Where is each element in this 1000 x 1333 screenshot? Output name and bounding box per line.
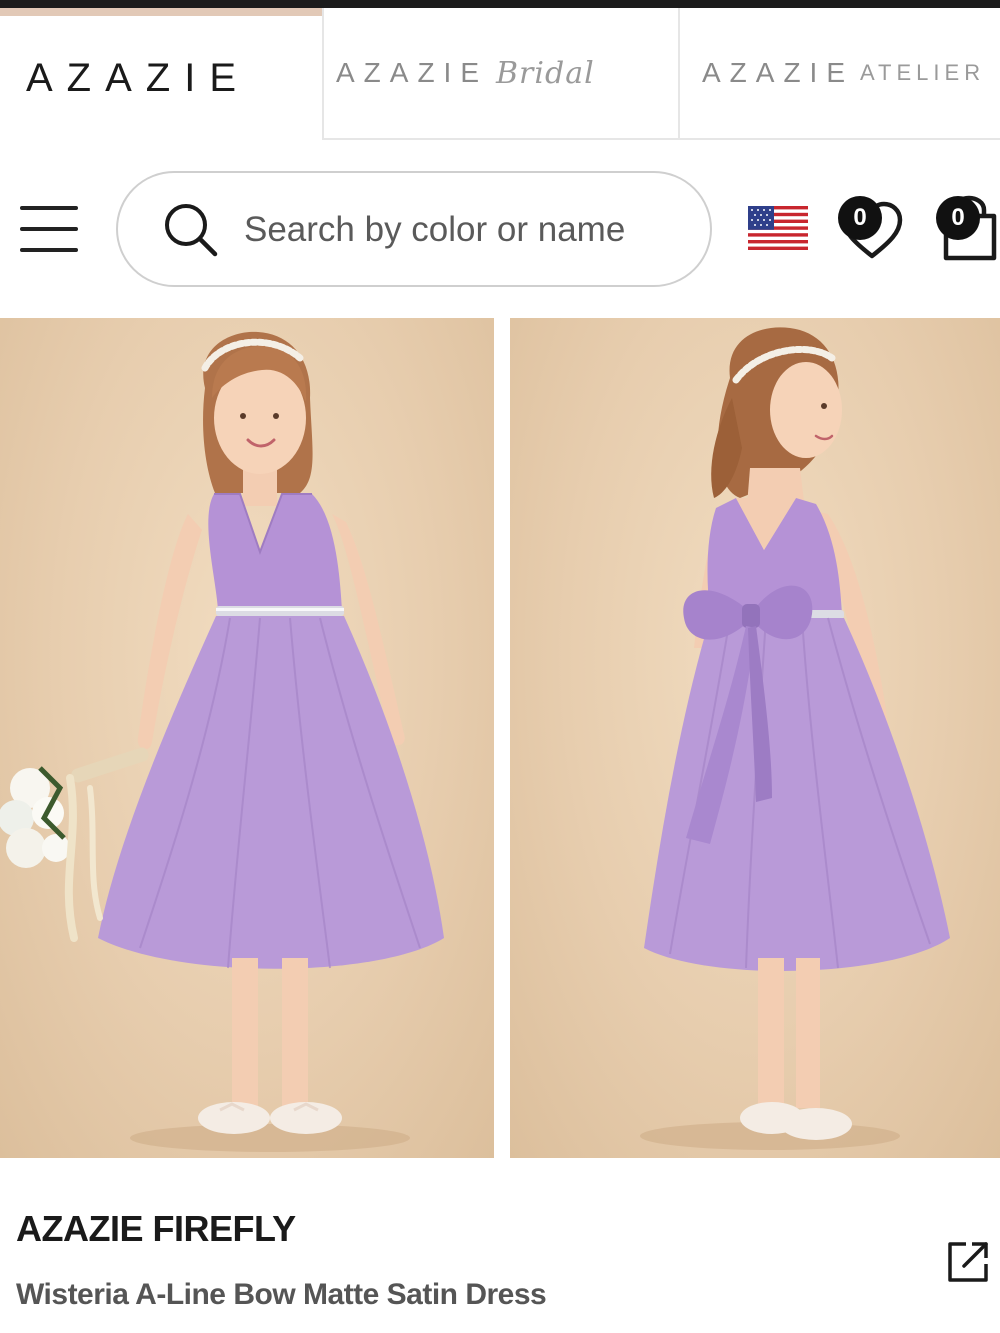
search-icon xyxy=(165,204,218,257)
cart-count: 0 xyxy=(936,196,980,240)
search-input[interactable] xyxy=(244,201,684,259)
menu-icon[interactable] xyxy=(20,206,78,252)
atelier-wordmark: AZAZIE xyxy=(702,57,855,88)
product-info: AZAZIE FIREFLY Wisteria A-Line Bow Matte… xyxy=(0,1158,1000,1333)
brand-tab-bridal[interactable]: AZAZIE Bridal xyxy=(322,8,678,140)
brand-tab-azazie[interactable]: AZAZIE xyxy=(0,16,322,140)
top-status-bar xyxy=(0,0,1000,8)
share-icon[interactable] xyxy=(944,1238,992,1286)
atelier-sub: ATELIER xyxy=(860,60,986,85)
brand-tab-atelier[interactable]: AZAZIE ATELIER xyxy=(678,8,1000,140)
product-gallery xyxy=(0,318,1000,1158)
search-bar[interactable] xyxy=(116,171,712,287)
cart-button[interactable]: 0 xyxy=(934,192,1000,264)
brand-logo: AZAZIE xyxy=(26,55,251,100)
dress-front-photo xyxy=(0,331,444,1152)
wishlist-button[interactable]: 0 xyxy=(836,192,906,264)
bridal-wordmark: AZAZIE xyxy=(336,57,489,88)
product-name[interactable]: Wisteria A-Line Bow Matte Satin Dress xyxy=(16,1278,547,1312)
dress-back-photo xyxy=(640,327,950,1150)
product-image-back[interactable] xyxy=(510,318,1000,1158)
search-toolbar: 0 0 xyxy=(0,140,1000,318)
bridal-script: Bridal xyxy=(496,55,595,91)
wishlist-count: 0 xyxy=(838,196,882,240)
product-image-front[interactable] xyxy=(0,318,494,1158)
brand-navigation: AZAZIE AZAZIE Bridal AZAZIE ATELIER xyxy=(0,8,1000,140)
us-flag-icon[interactable] xyxy=(748,206,808,250)
product-brand[interactable]: AZAZIE FIREFLY xyxy=(16,1208,296,1250)
